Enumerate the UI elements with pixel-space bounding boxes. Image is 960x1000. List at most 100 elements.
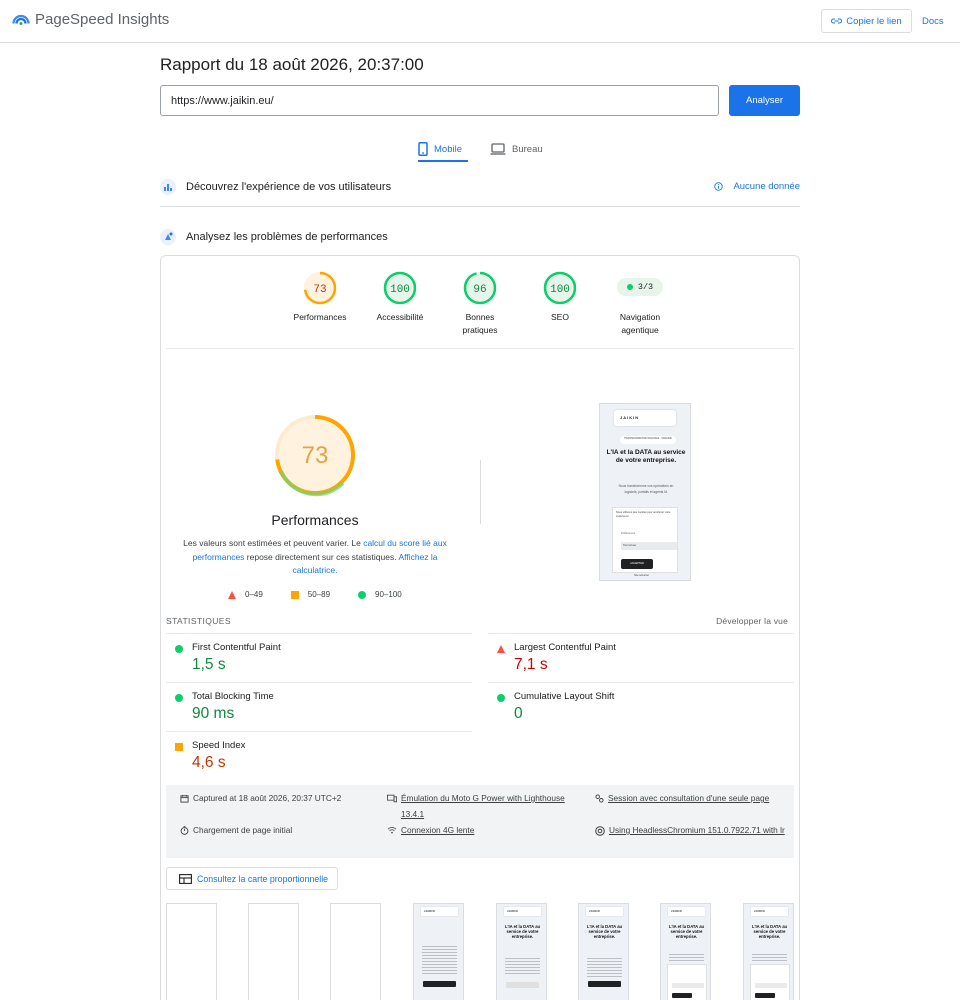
filmstrip-frame[interactable]: JAIKIN L'IA et la DATA au service de vot…	[660, 903, 711, 1000]
app-name: PageSpeed Insights	[35, 10, 170, 28]
legend-poor: 0–49	[228, 590, 263, 599]
frame-text-lines	[752, 952, 787, 962]
tab-mobile[interactable]: Mobile	[418, 136, 462, 162]
score-label: SEO	[551, 312, 569, 322]
run-session[interactable]: Session avec consultation d'une seule pa…	[595, 790, 791, 806]
run-device-text: Émulation du Moto G Power with Lighthous…	[401, 793, 565, 819]
agentic-value: 3/3	[637, 282, 654, 292]
report-title: Rapport du 18 août 2026, 20:37:00	[160, 55, 424, 74]
run-load: Chargement de page initial	[180, 822, 292, 838]
tab-mobile-label: Mobile	[434, 143, 462, 155]
devices-icon	[387, 794, 397, 803]
score-value: 96	[473, 284, 486, 296]
filmstrip-frame[interactable]: JAIKIN L'IA et la DATA au service de vot…	[743, 903, 794, 1000]
frame-headline: L'IA et la DATA au service de votre entr…	[586, 924, 623, 939]
active-tab-indicator	[418, 160, 468, 162]
frame-text-lines	[505, 956, 540, 976]
score-performance[interactable]: 73 Performances	[280, 270, 360, 324]
field-data-title: Découvrez l'expérience de vos utilisateu…	[186, 181, 392, 193]
score-label: Accessibilité	[376, 312, 424, 322]
field-data-section[interactable]: Découvrez l'expérience de vos utilisateu…	[160, 175, 800, 199]
legend-average: 50–89	[290, 590, 330, 599]
metric-name: Total Blocking Time	[192, 691, 274, 702]
popup-field: Tout refuser	[621, 542, 677, 550]
run-browser-text: Using HeadlessChromium 151.0.7922.71 wit…	[609, 825, 785, 835]
metric-cls: Cumulative Layout Shift 0	[488, 682, 794, 731]
score-gauge: 73	[303, 271, 337, 305]
expand-view-toggle[interactable]: Développer la vue	[716, 616, 788, 626]
score-value: 100	[390, 284, 410, 296]
metric-name: Cumulative Layout Shift	[514, 691, 615, 702]
filmstrip-frame[interactable]	[248, 903, 299, 1000]
treemap-button[interactable]: Consultez la carte proportionnelle	[166, 867, 338, 890]
score-gauge: 100	[383, 271, 417, 305]
preview-cookie-popup: Nous utilisons des cookies pour améliore…	[612, 507, 678, 573]
frame-brand: JAIKIN	[586, 907, 623, 916]
wifi-icon	[387, 827, 397, 834]
preview-chip: TRANSFORMATION DIGITALE · FRANCE	[620, 436, 676, 444]
metric-name: First Contentful Paint	[192, 642, 281, 653]
brand[interactable]: PageSpeed Insights	[12, 10, 169, 28]
frame-brand: JAIKIN	[751, 907, 788, 916]
analyze-button[interactable]: Analyser	[729, 85, 800, 116]
vertical-divider	[480, 460, 481, 524]
filmstrip-frame[interactable]: JAIKIN L'IA et la DATA au service de vot…	[496, 903, 547, 1000]
no-data-label: Aucune donnée	[733, 181, 800, 192]
top-bar: PageSpeed Insights Copier le lien Docs	[0, 0, 960, 43]
run-browser[interactable]: Using HeadlessChromium 151.0.7922.71 wit…	[595, 822, 785, 838]
metric-tbt: Total Blocking Time 90 ms	[166, 682, 472, 731]
docs-link[interactable]: Docs	[922, 16, 944, 27]
session-icon	[595, 794, 604, 803]
filmstrip-frame[interactable]: JAIKIN L'IA et la DATA au service de vot…	[578, 903, 629, 1000]
treemap-label: Consultez la carte proportionnelle	[197, 873, 329, 884]
run-network[interactable]: Connexion 4G lente	[387, 822, 474, 838]
run-network-text: Connexion 4G lente	[401, 825, 475, 835]
frame-brand: JAIKIN	[504, 907, 541, 916]
score-value: 73	[313, 284, 326, 296]
metric-value: 1,5 s	[192, 656, 226, 673]
agentic-label: Navigation agentique	[619, 312, 661, 335]
metrics-heading: STATISTIQUES	[166, 616, 231, 626]
run-load-text: Chargement de page initial	[193, 825, 293, 835]
good-circle-icon	[497, 694, 505, 702]
score-best-practices[interactable]: 96 Bonnes pratiques	[440, 270, 520, 337]
run-captured: Captured at 18 août 2026, 20:37 UTC+2	[180, 790, 341, 806]
score-label: Bonnes pratiques	[462, 312, 498, 335]
filmstrip-frame[interactable]: JAIKIN	[413, 903, 464, 1000]
metric-lcp: Largest Contentful Paint 7,1 s	[488, 633, 794, 682]
lab-data-section[interactable]: Analysez les problèmes de performances	[160, 225, 800, 249]
popup-line: Préférences	[621, 532, 635, 535]
copy-link-button[interactable]: Copier le lien	[821, 9, 912, 33]
filmstrip-frame[interactable]	[330, 903, 381, 1000]
metric-speed-index: Speed Index 4,6 s	[166, 731, 472, 780]
preview-body: Nous transformons vos opérations en logi…	[618, 484, 674, 494]
frame-button	[423, 981, 456, 987]
frame-text-lines	[422, 944, 457, 974]
calendar-icon	[180, 794, 189, 803]
good-circle-icon	[175, 645, 183, 653]
score-accessibility[interactable]: 100 Accessibilité	[360, 270, 440, 324]
preview-brand: JAIKIN	[614, 410, 676, 426]
metric-fcp: First Contentful Paint 1,5 s	[166, 633, 472, 682]
popup-text: Nous utilisons des cookies pour améliore…	[616, 511, 671, 518]
info-icon	[714, 182, 724, 191]
legend-range: 90–100	[375, 590, 402, 599]
run-device[interactable]: Émulation du Moto G Power with Lighthous…	[387, 790, 587, 822]
frame-text-lines	[669, 952, 704, 962]
preview-footer: Site sécurisé	[634, 574, 649, 577]
score-seo[interactable]: 100 SEO	[520, 270, 600, 324]
no-data-status[interactable]: Aucune donnée	[714, 181, 800, 192]
performance-gauge: 73	[275, 415, 355, 497]
final-screenshot[interactable]: JAIKIN TRANSFORMATION DIGITALE · FRANCE …	[599, 403, 691, 581]
popup-button: ACCEPTER	[621, 559, 653, 569]
url-input[interactable]	[160, 85, 719, 116]
legend-range: 0–49	[245, 590, 263, 599]
score-agentic-navigation[interactable]: 3/3 Navigation agentique	[600, 270, 680, 340]
filmstrip-frame[interactable]	[166, 903, 217, 1000]
smartphone-icon	[418, 142, 428, 156]
metric-name: Speed Index	[192, 740, 246, 751]
tab-desktop[interactable]: Bureau	[490, 136, 543, 162]
frame-cookie-card	[667, 964, 707, 1000]
tab-desktop-label: Bureau	[512, 143, 543, 155]
link-icon	[831, 18, 843, 24]
